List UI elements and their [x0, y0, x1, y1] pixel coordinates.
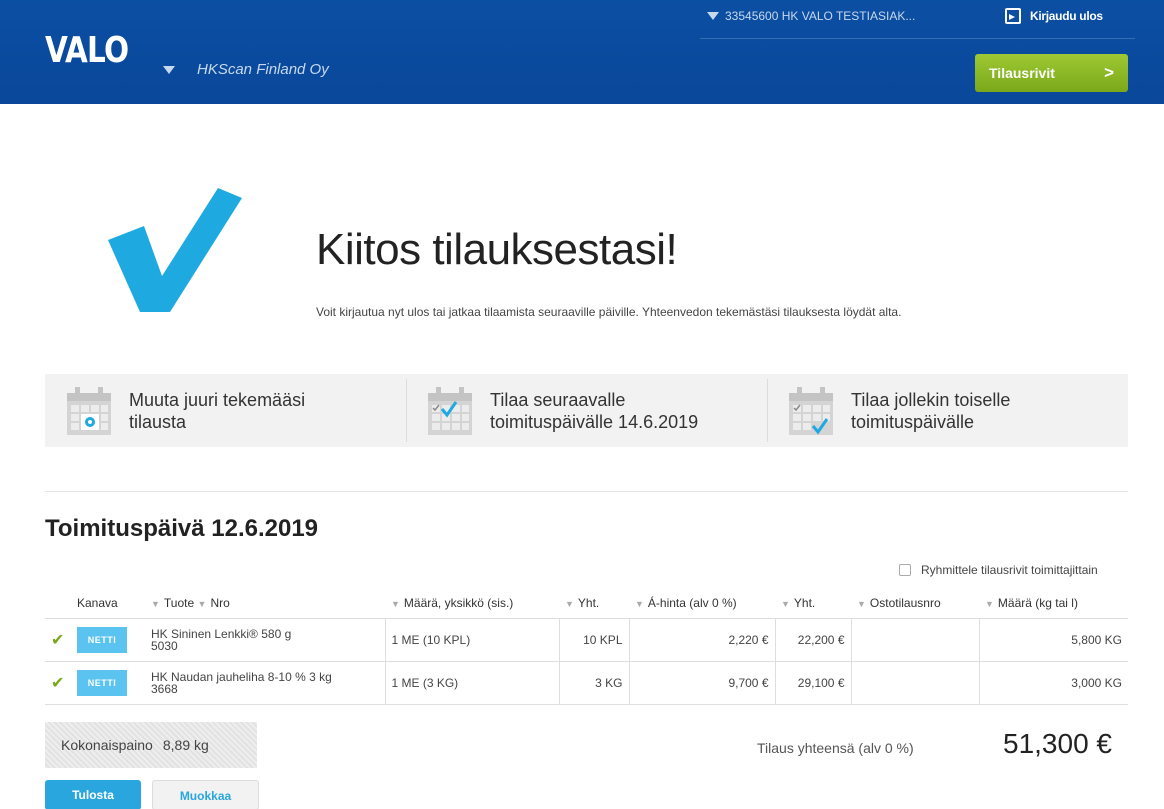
- group-by-supplier-checkbox[interactable]: [899, 564, 911, 576]
- weight-cell: 3,000 KG: [978, 660, 1128, 705]
- logout-label: Kirjaudu ulos: [1030, 9, 1103, 23]
- unit-price-cell: 9,700 €: [628, 660, 775, 705]
- sort-icon: ▼: [985, 598, 994, 609]
- group-by-supplier-label: Ryhmittele tilausrivit toimittajittain: [921, 563, 1098, 577]
- header-maara-kg[interactable]: ▼ Määrä (kg tai l): [979, 588, 1128, 618]
- weight-cell: 5,800 KG: [978, 617, 1128, 662]
- header-ahinta[interactable]: ▼ Á-hinta (alv 0 %): [629, 588, 775, 618]
- total-qty-cell: 3 KG: [558, 660, 629, 705]
- calendar-gear-icon: [67, 386, 111, 435]
- sort-icon: ▼: [781, 598, 790, 609]
- next-actions: Muuta juuri tekemääsi tilausta Tilaa seu…: [45, 374, 1128, 447]
- header-tuote[interactable]: ▼ Tuote ▼ Nro: [145, 588, 385, 618]
- table-row: ✔ NETTI HK Sininen Lenkki® 580 g 5030 1 …: [45, 617, 1128, 662]
- header-maara[interactable]: ▼ Määrä, yksikkö (sis.): [385, 588, 559, 618]
- line-total-cell: 29,100 €: [774, 660, 851, 705]
- calendar-check-icon: [428, 386, 472, 435]
- edit-button[interactable]: Muokkaa: [152, 780, 259, 809]
- order-lines-table: Kanava ▼ Tuote ▼ Nro ▼ Määrä, yksikkö (sis.…: [45, 588, 1128, 705]
- header-status: [45, 588, 71, 618]
- quantity-cell: 1 ME (3 KG): [384, 660, 559, 705]
- action-other-line2: toimituspäivälle: [851, 411, 975, 432]
- chevron-down-icon: [163, 65, 175, 74]
- channel-badge: NETTI: [77, 626, 127, 653]
- total-qty-cell: 10 KPL: [558, 617, 629, 662]
- order-rows-button[interactable]: Tilausrivit >: [975, 54, 1128, 92]
- channel-badge: NETTI: [77, 669, 127, 696]
- header-divider: [700, 38, 1135, 39]
- sort-icon: ▼: [391, 598, 400, 609]
- total-weight-label: Kokonaispaino: [61, 737, 153, 753]
- customer-name: 33545600 HK VALO TESTIASIAK...: [725, 9, 916, 23]
- chevron-right-icon: >: [1104, 63, 1114, 82]
- group-by-supplier-toggle[interactable]: Ryhmittele tilausrivit toimittajittain: [899, 563, 1098, 577]
- action-next-line1: Tilaa seuraavalle: [490, 389, 626, 410]
- product-number: 5030: [151, 638, 178, 653]
- header-yht[interactable]: ▼ Yht.: [559, 588, 629, 618]
- action-order-next-day[interactable]: Tilaa seuraavalle toimituspäivälle 14.6.…: [406, 374, 767, 447]
- success-check-icon: [108, 188, 242, 312]
- print-button[interactable]: Tulosta: [45, 780, 141, 809]
- sort-icon: ▼: [151, 598, 160, 609]
- logout-icon: [1005, 8, 1021, 24]
- ok-check-icon: ✔: [51, 631, 65, 649]
- header-ostotilausnro[interactable]: ▼ Ostotilausnro: [851, 588, 979, 618]
- company-name: HKScan Finland Oy: [197, 61, 329, 78]
- quantity-cell: 1 ME (10 KPL): [384, 617, 559, 662]
- total-weight-box: Kokonaispaino 8,89 kg: [45, 722, 257, 768]
- ok-check-icon: ✔: [51, 674, 65, 692]
- sort-icon: ▼: [565, 598, 574, 609]
- top-header: VALO HKScan Finland Oy 33545600 HK VALO …: [0, 0, 1164, 104]
- product-name[interactable]: HK Naudan jauheliha 8-10 % 3 kg: [151, 671, 379, 683]
- calendar-check-corner-icon: [789, 386, 833, 435]
- sort-icon: ▼: [857, 598, 866, 609]
- company-selector[interactable]: HKScan Finland Oy: [163, 61, 329, 78]
- header-yht2[interactable]: ▼ Yht.: [775, 588, 851, 618]
- product-name[interactable]: HK Sininen Lenkki® 580 g: [151, 628, 379, 640]
- sort-icon: ▼: [635, 598, 644, 609]
- action-edit-order[interactable]: Muuta juuri tekemääsi tilausta: [45, 374, 406, 447]
- po-number-cell: [850, 617, 979, 662]
- thank-you-text: Voit kirjautua nyt ulos tai jatkaa tilaa…: [316, 305, 902, 319]
- line-total-cell: 22,200 €: [774, 617, 851, 662]
- logout-link[interactable]: Kirjaudu ulos: [1005, 8, 1103, 24]
- product-number: 3668: [151, 681, 178, 696]
- order-rows-label: Tilausrivit: [989, 65, 1055, 81]
- valo-logo[interactable]: VALO: [45, 30, 129, 71]
- order-total-value: 51,300 €: [1003, 728, 1112, 759]
- table-row: ✔ NETTI HK Naudan jauheliha 8-10 % 3 kg …: [45, 660, 1128, 705]
- unit-price-cell: 2,220 €: [628, 617, 775, 662]
- po-number-cell: [850, 660, 979, 705]
- total-weight-value: 8,89 kg: [162, 737, 209, 753]
- table-header-row: Kanava ▼ Tuote ▼ Nro ▼ Määrä, yksikkö (sis.…: [45, 588, 1128, 618]
- delivery-day-title: Toimituspäivä 12.6.2019: [45, 515, 319, 542]
- action-edit-line1: Muuta juuri tekemääsi: [129, 389, 306, 410]
- action-edit-line2: tilausta: [129, 411, 187, 432]
- order-total-label: Tilaus yhteensä (alv 0 %): [757, 740, 914, 756]
- header-kanava[interactable]: Kanava: [71, 588, 145, 618]
- customer-selector[interactable]: 33545600 HK VALO TESTIASIAK...: [707, 9, 915, 23]
- action-next-line2: toimituspäivälle 14.6.2019: [490, 411, 699, 432]
- action-order-other-day[interactable]: Tilaa jollekin toiselle toimituspäivälle: [767, 374, 1128, 447]
- action-other-line1: Tilaa jollekin toiselle: [851, 389, 1011, 410]
- chevron-down-icon: [707, 12, 719, 20]
- section-divider: [45, 491, 1128, 492]
- thank-you-title: Kiitos tilauksestasi!: [316, 225, 678, 274]
- sort-icon: ▼: [197, 598, 207, 609]
